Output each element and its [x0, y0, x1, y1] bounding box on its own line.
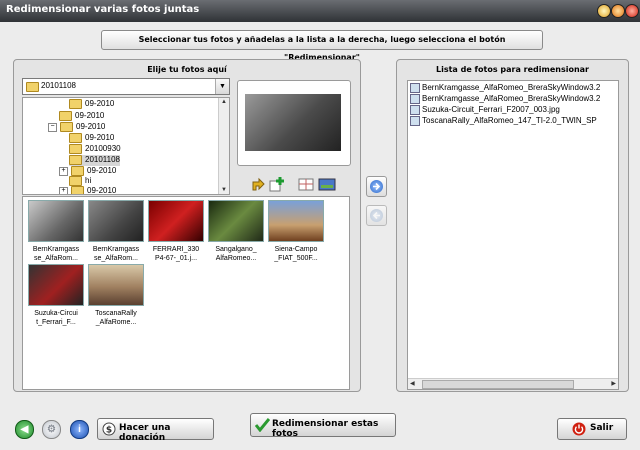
gear-icon[interactable]: ⚙	[42, 420, 61, 439]
image-file-icon	[410, 83, 420, 93]
arrow-left-icon	[370, 209, 383, 222]
grid-view-icon[interactable]	[297, 176, 315, 192]
folder-open-icon	[69, 155, 82, 165]
folder-tree: 09-2010 09-2010 −09-2010 09-2010 2010093…	[22, 97, 230, 195]
donation-icon: $	[102, 422, 116, 436]
list-item[interactable]: ToscanaRally_AlfaRomeo_147_TI-2.0_TWIN_S…	[410, 116, 597, 126]
resize-list-title: Lista de fotos para redimensionar	[436, 65, 589, 74]
back-arrow-icon[interactable]: ◀	[15, 420, 34, 439]
tree-item[interactable]: 09-2010	[69, 133, 114, 144]
svg-text:$: $	[106, 426, 112, 436]
expand-toggle-icon[interactable]: +	[59, 186, 68, 194]
tree-vertical-scrollbar[interactable]: ▲ ▼	[218, 98, 229, 194]
folder-icon	[69, 133, 82, 143]
photo-thumbnail[interactable]: Suzuka-Circui t_Ferrari_F...	[28, 264, 84, 327]
folder-icon	[69, 176, 82, 186]
collapse-toggle-icon[interactable]: −	[48, 122, 57, 132]
image-file-icon	[410, 105, 420, 115]
list-item[interactable]: BernKramgasse_AlfaRomeo_BreraSkyWindow3.…	[410, 94, 600, 104]
thumbnail-image	[28, 264, 84, 306]
resize-file-list: BernKramgasse_AlfaRomeo_BreraSkyWindow3.…	[407, 80, 619, 390]
add-to-list-button[interactable]	[366, 176, 387, 197]
folder-select-value: 20101108	[41, 81, 76, 90]
remove-from-list-button[interactable]	[366, 205, 387, 226]
list-horizontal-scrollbar[interactable]: ◀ ▶	[408, 378, 618, 389]
info-icon[interactable]: i	[70, 420, 89, 439]
minimize-button[interactable]	[597, 4, 611, 18]
photo-thumbnail[interactable]: Siena-Campo _FIAT_500F...	[268, 200, 324, 263]
checkmark-icon	[255, 418, 270, 432]
donate-button-label: Hacer una donación	[119, 423, 171, 443]
expand-toggle-icon[interactable]: +	[59, 166, 68, 176]
close-button[interactable]	[625, 4, 639, 18]
photo-thumbnail[interactable]: BernKramgass se_AlfaRom...	[28, 200, 84, 263]
folder-icon	[71, 166, 84, 176]
folder-icon	[69, 144, 82, 154]
add-green-icon[interactable]	[268, 176, 286, 192]
tree-item-selected[interactable]: 20101108	[69, 155, 120, 166]
thumbnail-grid: BernKramgass se_AlfaRom... BernKramgass se…	[22, 196, 350, 390]
rotate-icon[interactable]	[249, 176, 267, 192]
maximize-button[interactable]	[611, 4, 625, 18]
folder-icon	[60, 122, 73, 132]
photo-thumbnail[interactable]: Sangalgano_ AlfaRomeo...	[208, 200, 264, 263]
window-title: Redimensionar varias fotos juntas	[6, 4, 200, 15]
picker-title: Elije tu fotos aquí	[147, 65, 227, 74]
list-item[interactable]: Suzuka-Circuit_Ferrari_F2007_003.jpg	[410, 105, 560, 115]
photo-thumbnail[interactable]: ToscanaRally _AlfaRome...	[88, 264, 144, 327]
tree-item[interactable]: 09-2010	[59, 111, 104, 122]
tree-item[interactable]: 09-2010	[69, 99, 114, 110]
thumbnail-image	[268, 200, 324, 242]
photo-thumbnail[interactable]: BernKramgass se_AlfaRom...	[88, 200, 144, 263]
image-file-icon	[410, 116, 420, 126]
photo-thumbnail[interactable]: FERRARI_330 P4-67-_01.j...	[148, 200, 204, 263]
thumbnail-image	[88, 200, 144, 242]
folder-icon	[71, 186, 84, 194]
resize-photos-button[interactable]: Redimensionar estas fotos	[250, 413, 396, 439]
folder-icon	[69, 99, 82, 109]
photo-preview	[237, 80, 351, 166]
image-file-icon	[410, 94, 420, 104]
resize-photos-button-label: Redimensionar estas fotos	[272, 419, 379, 439]
thumbnail-image	[28, 200, 84, 242]
tree-item[interactable]: −09-2010	[48, 122, 105, 133]
app-window: Redimensionar varias fotos juntas Selecc…	[0, 0, 640, 450]
preview-image	[245, 94, 341, 151]
exit-button-label: Salir	[590, 423, 614, 433]
folder-icon	[59, 111, 72, 121]
thumbnail-image	[208, 200, 264, 242]
exit-button[interactable]: Salir	[557, 418, 627, 440]
list-item[interactable]: BernKramgasse_AlfaRomeo_BreraSkyWindow3.…	[410, 83, 600, 93]
arrow-right-icon	[370, 180, 383, 193]
chevron-down-icon[interactable]: ▼	[215, 79, 229, 94]
thumbnail-image	[148, 200, 204, 242]
thumbnail-image	[88, 264, 144, 306]
donate-button[interactable]: $ Hacer una donación	[97, 418, 214, 443]
folder-select[interactable]: 20101108 ▼	[22, 78, 230, 95]
folder-icon	[26, 82, 39, 92]
tree-item[interactable]: +09-2010	[59, 186, 116, 194]
picture-view-icon[interactable]	[318, 176, 336, 192]
title-bar: Redimensionar varias fotos juntas	[0, 0, 640, 22]
tree-item[interactable]: 20100930	[69, 144, 121, 155]
instructions-banner: Seleccionar tus fotos y añadelas a la li…	[101, 30, 543, 62]
power-icon	[572, 422, 586, 436]
